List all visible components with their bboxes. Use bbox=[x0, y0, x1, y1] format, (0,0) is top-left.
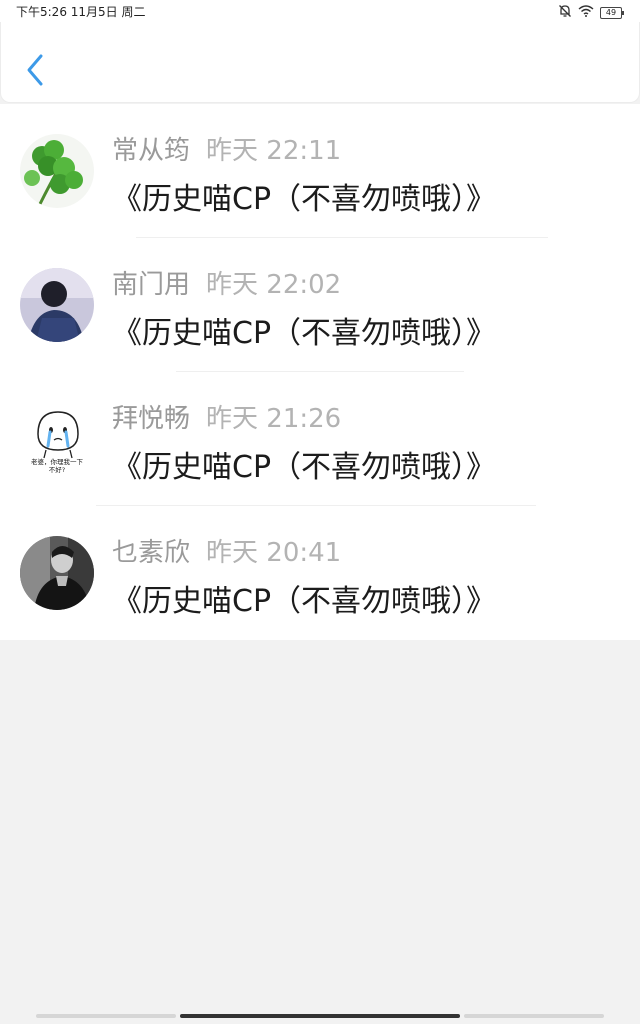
svg-text:老婆，你理我一下: 老婆，你理我一下 bbox=[31, 457, 84, 466]
comment-time: 昨天 22:02 bbox=[206, 270, 342, 300]
status-time: 下午5:26 11月5日 周二 bbox=[16, 5, 146, 19]
battery-icon: 49 bbox=[600, 6, 624, 19]
chevron-left-icon bbox=[27, 54, 43, 86]
commenter-name[interactable]: 南门用 bbox=[112, 270, 190, 300]
comment-header: 乜素欣 昨天 20:41 bbox=[112, 532, 341, 569]
back-button[interactable] bbox=[21, 50, 49, 90]
comment-text: 《历史喵CP（不喜勿喷哦）》 bbox=[112, 316, 497, 351]
list-item[interactable]: 老婆，你理我一下 不好? 拜悦畅 昨天 21:26 《历史喵CP（不喜勿喷哦）》 bbox=[0, 372, 640, 506]
wifi-icon bbox=[578, 5, 594, 20]
person-photo-avatar[interactable] bbox=[20, 268, 94, 342]
bw-portrait-avatar[interactable] bbox=[20, 536, 94, 610]
home-indicator-left bbox=[36, 1014, 176, 1018]
list-item[interactable]: 乜素欣 昨天 20:41 《历史喵CP（不喜勿喷哦）》 bbox=[0, 506, 640, 640]
commenter-name[interactable]: 乜素欣 bbox=[112, 538, 190, 568]
commenter-name[interactable]: 拜悦畅 bbox=[112, 404, 190, 434]
home-indicator[interactable] bbox=[180, 1014, 460, 1018]
comment-text: 《历史喵CP（不喜勿喷哦）》 bbox=[112, 450, 497, 485]
home-indicator-right bbox=[464, 1014, 604, 1018]
crying-cartoon-avatar[interactable]: 老婆，你理我一下 不好? bbox=[20, 402, 94, 476]
svg-text:不好?: 不好? bbox=[49, 465, 65, 474]
commenter-name[interactable]: 常从筠 bbox=[112, 136, 190, 166]
comment-text: 《历史喵CP（不喜勿喷哦）》 bbox=[112, 182, 497, 217]
status-bar: 下午5:26 11月5日 周二 49 bbox=[0, 0, 640, 22]
comment-header: 常从筠 昨天 22:11 bbox=[112, 130, 341, 167]
comment-header: 南门用 昨天 22:02 bbox=[112, 264, 341, 301]
comment-text: 《历史喵CP（不喜勿喷哦）》 bbox=[112, 584, 497, 619]
clover-avatar[interactable] bbox=[20, 134, 94, 208]
comment-time: 昨天 21:26 bbox=[206, 404, 342, 434]
comment-list: 常从筠 昨天 22:11 《历史喵CP（不喜勿喷哦）》 南门用 昨天 22:02 《… bbox=[0, 104, 640, 640]
list-item[interactable]: 南门用 昨天 22:02 《历史喵CP（不喜勿喷哦）》 bbox=[0, 238, 640, 372]
comment-time: 昨天 22:11 bbox=[206, 136, 342, 166]
comment-time: 昨天 20:41 bbox=[206, 538, 342, 568]
mute-bell-icon bbox=[558, 4, 572, 21]
comment-header: 拜悦畅 昨天 21:26 bbox=[112, 398, 341, 435]
header bbox=[0, 22, 640, 103]
list-item[interactable]: 常从筠 昨天 22:11 《历史喵CP（不喜勿喷哦）》 bbox=[0, 104, 640, 238]
status-icons: 49 bbox=[558, 4, 624, 21]
